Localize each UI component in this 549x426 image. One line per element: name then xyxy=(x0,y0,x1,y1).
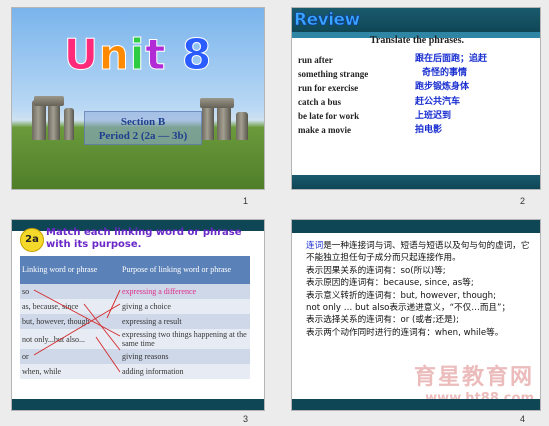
note-line: 表示因果关系的连词有：so(所以)等; xyxy=(306,265,446,276)
grammar-notes: 连词是一种连接词与词、短语与短语以及句与句的虚词，它不能独立担任句子成分而只起连… xyxy=(306,240,534,339)
match-line xyxy=(83,303,121,351)
note-line: 表示原因的连词有：because, since, as等; xyxy=(306,278,474,289)
stone-image xyxy=(32,100,46,140)
phrase-zh: 跑步锻炼身体 xyxy=(415,82,470,92)
title-letter: 8 xyxy=(181,30,213,80)
review-label: Review xyxy=(294,10,361,31)
stone-image xyxy=(34,96,64,106)
section-label: Section B xyxy=(120,116,166,128)
stone-image xyxy=(217,106,231,140)
slide-number: 3 xyxy=(243,414,249,424)
stone-image xyxy=(48,104,60,140)
footer-bar xyxy=(12,399,264,410)
slide-thumbnail-1[interactable]: Unit 8 Section B Period 2 (2a — 3b) xyxy=(11,7,265,190)
stone-image xyxy=(236,112,248,140)
phrase-en: run for exercise xyxy=(298,83,359,93)
section-box: Section B Period 2 (2a — 3b) xyxy=(84,111,202,145)
phrase-zh: 赶公共汽车 xyxy=(415,97,461,107)
title-letter: U xyxy=(63,30,99,80)
slide-thumbnail-2[interactable]: Review Translate the phrases. run after … xyxy=(291,7,541,190)
note-line: 表示两个动作同时进行的连词有：when, while等。 xyxy=(306,327,504,338)
match-line xyxy=(106,289,121,319)
stone-image xyxy=(64,108,74,140)
footer-bar xyxy=(292,399,540,410)
phrase-en: make a movie xyxy=(298,125,351,135)
title-letter: n xyxy=(98,30,130,80)
note-line: not only … but also表示递进意义，“不仅…而且”； xyxy=(306,303,511,314)
phrase-zh: 上班迟到 xyxy=(415,111,452,121)
title-letter xyxy=(166,30,182,79)
phrase-zh: 拍电影 xyxy=(415,125,443,135)
period-label: Period 2 (2a — 3b) xyxy=(98,130,188,142)
slide-heading: Translate the phrases. xyxy=(370,35,464,46)
slide-thumbnail-3[interactable]: 2a Match each linking word or phrase wit… xyxy=(11,219,265,411)
footer-bar xyxy=(292,175,540,189)
note-line: 表示意义转折的连词有：but, however, though; xyxy=(306,290,496,301)
phrase-zh: 奇怪的事情 xyxy=(422,68,468,78)
phrase-en: something strange xyxy=(298,69,369,79)
phrase-en: run after xyxy=(298,55,333,65)
slide-number: 4 xyxy=(520,414,526,424)
match-line xyxy=(95,336,121,373)
slide-thumbnail-4[interactable]: 连词是一种连接词与词、短语与短语以及句与句的虚词，它不能独立担任句子成分而只起连… xyxy=(291,219,541,411)
term-label: 连词 xyxy=(306,241,324,251)
phrase-en: catch a bus xyxy=(298,97,342,107)
header-bar xyxy=(292,220,540,233)
phrase-zh: 跟在后面跑；追赶 xyxy=(415,54,488,64)
match-lines xyxy=(33,289,121,373)
phrase-en: be late for work xyxy=(298,111,360,121)
unit-title: Unit 8 xyxy=(12,30,264,80)
watermark-text: 育星教育网 xyxy=(413,365,534,390)
title-letter: t xyxy=(145,30,167,80)
stone-image xyxy=(200,98,234,108)
slide-number: 1 xyxy=(243,196,249,206)
note-line: 是一种连接词与词、短语与短语以及句与句的虚词，它不能独立担任句子成分而只起连接作… xyxy=(306,241,530,264)
slide-number: 2 xyxy=(520,196,526,206)
title-letter: i xyxy=(129,30,146,80)
note-line: 表示选择关系的连词有：or (或者;还是); xyxy=(306,315,459,326)
